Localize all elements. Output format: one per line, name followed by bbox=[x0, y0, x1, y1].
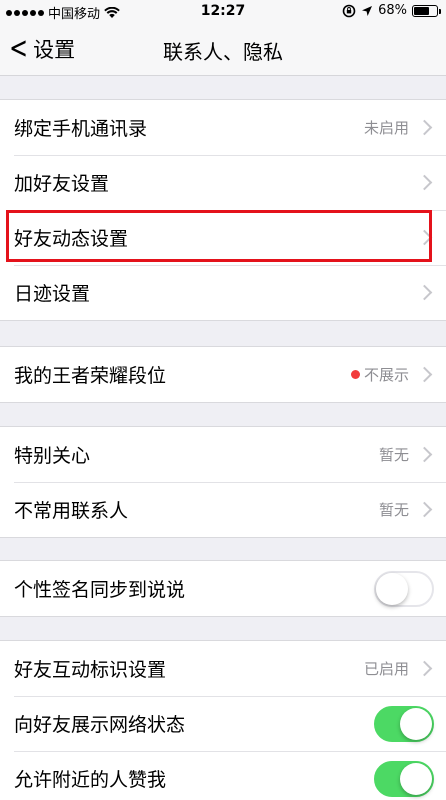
row-right bbox=[374, 570, 434, 607]
location-arrow-icon bbox=[362, 5, 373, 16]
row-network-status: 向好友展示网络状态 bbox=[0, 696, 446, 751]
row-right: 已启用 bbox=[364, 658, 434, 679]
row-add-friend-settings[interactable]: 加好友设置 bbox=[0, 155, 446, 210]
row-label: 好友互动标识设置 bbox=[14, 659, 167, 681]
row-label: 特别关心 bbox=[14, 445, 91, 467]
settings-group-game-rank: 我的王者荣耀段位 不展示 bbox=[0, 346, 446, 403]
settings-group-signature: 个性签名同步到说说 bbox=[0, 560, 446, 617]
settings-group-contacts: 绑定手机通讯录 未启用 加好友设置 好友动态设置 日迹设置 bbox=[0, 99, 446, 321]
row-label: 向好友展示网络状态 bbox=[14, 714, 186, 736]
row-right bbox=[374, 705, 434, 742]
chevron-right-icon bbox=[416, 229, 433, 246]
status-bar: 中国移动 12:27 68% bbox=[0, 0, 446, 24]
battery-icon bbox=[412, 4, 441, 17]
row-label: 好友动态设置 bbox=[14, 228, 129, 250]
signature-sync-toggle[interactable] bbox=[374, 570, 434, 607]
rotation-lock-icon bbox=[342, 4, 356, 17]
row-label: 日迹设置 bbox=[14, 283, 91, 305]
row-right bbox=[415, 229, 434, 246]
row-label: 允许附近的人赞我 bbox=[14, 769, 167, 791]
row-right bbox=[374, 760, 434, 797]
row-value: 暂无 bbox=[378, 501, 409, 519]
row-bind-contacts[interactable]: 绑定手机通讯录 未启用 bbox=[0, 100, 446, 155]
chevron-right-icon bbox=[416, 119, 433, 136]
nearby-likes-toggle[interactable] bbox=[374, 760, 434, 797]
settings-group-interaction: 好友互动标识设置 已启用 向好友展示网络状态 允许附近的人赞我 bbox=[0, 640, 446, 800]
chevron-right-icon bbox=[416, 284, 433, 301]
row-special-care[interactable]: 特别关心 暂无 bbox=[0, 427, 446, 482]
row-nearby-likes: 允许附近的人赞我 bbox=[0, 751, 446, 800]
chevron-right-icon bbox=[416, 660, 433, 677]
row-right: 未启用 bbox=[364, 117, 434, 138]
battery-fill bbox=[414, 6, 429, 15]
row-friend-feed-settings[interactable]: 好友动态设置 bbox=[0, 210, 446, 265]
nav-bar: < 设置 联系人、隐私 bbox=[0, 24, 446, 76]
row-value: 已启用 bbox=[363, 660, 409, 678]
settings-group-special-contacts: 特别关心 暂无 不常用联系人 暂无 bbox=[0, 426, 446, 538]
network-status-toggle[interactable] bbox=[374, 705, 434, 742]
chevron-right-icon bbox=[416, 446, 433, 463]
battery-percent: 68% bbox=[378, 3, 407, 18]
chevron-right-icon bbox=[416, 366, 433, 383]
row-label: 我的王者荣耀段位 bbox=[14, 365, 167, 387]
settings-screen: 中国移动 12:27 68% < 设置 联系人、隐私 绑定手机通讯录 未启用 加… bbox=[0, 0, 446, 800]
row-diary-settings[interactable]: 日迹设置 bbox=[0, 265, 446, 320]
toggle-knob bbox=[400, 762, 432, 795]
row-right: 暂无 bbox=[379, 444, 434, 465]
row-right bbox=[415, 284, 434, 301]
page-title: 联系人、隐私 bbox=[163, 40, 283, 64]
row-value: 未启用 bbox=[363, 119, 409, 137]
row-interaction-badge[interactable]: 好友互动标识设置 已启用 bbox=[0, 641, 446, 696]
row-label: 加好友设置 bbox=[14, 173, 110, 195]
row-right bbox=[415, 174, 434, 191]
chevron-right-icon bbox=[416, 174, 433, 191]
row-right: 不展示 bbox=[350, 364, 434, 385]
row-signature-sync: 个性签名同步到说说 bbox=[0, 561, 446, 616]
row-right: 暂无 bbox=[379, 499, 434, 520]
row-value: 暂无 bbox=[378, 446, 409, 464]
row-infrequent-contacts[interactable]: 不常用联系人 暂无 bbox=[0, 482, 446, 537]
toggle-knob bbox=[376, 572, 408, 605]
chevron-right-icon bbox=[416, 501, 433, 518]
red-dot-icon bbox=[350, 370, 360, 379]
toggle-knob bbox=[400, 707, 432, 740]
row-game-rank[interactable]: 我的王者荣耀段位 不展示 bbox=[0, 347, 446, 402]
row-value: 不展示 bbox=[363, 366, 409, 384]
status-right: 68% bbox=[342, 3, 441, 18]
row-label: 绑定手机通讯录 bbox=[14, 118, 148, 140]
row-label: 个性签名同步到说说 bbox=[14, 579, 186, 601]
row-label: 不常用联系人 bbox=[14, 500, 129, 522]
